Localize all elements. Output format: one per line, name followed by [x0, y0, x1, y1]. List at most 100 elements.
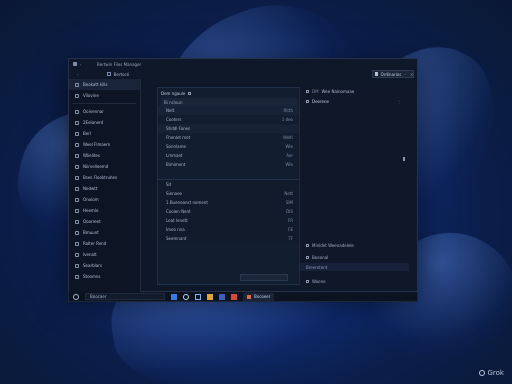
sidebar-item[interactable]: Niirvelleemd — [69, 161, 140, 172]
view-icon — [375, 72, 378, 76]
sidebar-item-desktop[interactable]: Vilovine — [69, 90, 140, 101]
folder-icon — [75, 109, 79, 114]
start-button[interactable] — [73, 293, 79, 300]
property-row[interactable]: Sienaee Nett — [158, 189, 301, 198]
file-explorer-window: ‹ Bertwin Files Manager ‹ Bertocé Ordina… — [68, 58, 418, 293]
property-row[interactable]: 1 Bueneanst noment SIM — [158, 198, 301, 207]
network-icon — [75, 186, 79, 191]
details-header: Dem ngaule — [158, 88, 301, 98]
details-subheader: Bi ncloun — [161, 98, 297, 106]
taskbar: Boocaer Bocoeer — [68, 292, 418, 302]
options-icon[interactable]: ⋮ — [397, 99, 401, 104]
preview-row[interactable]: Deerene ⋮ — [300, 96, 409, 106]
browser-icon[interactable] — [183, 293, 189, 300]
sidebar-item[interactable]: Ivenalt — [69, 249, 140, 260]
apply-button[interactable] — [240, 274, 288, 281]
details-title: Dem ngaule — [161, 90, 186, 96]
section-title: Sit — [158, 179, 301, 189]
property-row[interactable]: Stiddl Fanes — [158, 124, 301, 133]
property-row[interactable]: Lmmaet Aer — [158, 151, 301, 160]
property-row[interactable]: Nelt Ritth — [158, 106, 301, 115]
sidebar-divider — [73, 103, 136, 104]
sidebar-item[interactable]: Nedwtt — [69, 183, 140, 194]
view-selector[interactable]: Ordinarios – × — [372, 70, 414, 78]
task-view-icon[interactable] — [171, 293, 177, 300]
home-icon — [75, 82, 79, 87]
view-selector-label: Ordinarios — [380, 71, 402, 77]
sidebar-item[interactable]: Rolter Rend — [69, 238, 140, 249]
preview-panel: DM Wee Nainomaae Deerene ⋮ Minldnt Weena… — [299, 87, 409, 285]
property-row[interactable]: Cooters 1 deo — [158, 115, 301, 124]
sidebar-item[interactable]: Onoiom — [69, 194, 140, 205]
drive-icon — [75, 252, 79, 257]
sidebar-item[interactable]: Searblars — [69, 260, 140, 271]
item-icon — [306, 255, 309, 259]
list-item[interactable]: Boeanal — [300, 251, 409, 263]
sidebar-item[interactable]: Heemle — [69, 205, 140, 216]
property-row[interactable]: lmeo nna FE — [158, 225, 301, 234]
taskbar-app-button[interactable]: Bocoeer — [243, 292, 275, 301]
drive-icon — [75, 263, 79, 268]
expand-icon[interactable] — [188, 91, 192, 95]
details-panel: Dem ngaule Bi ncloun Nelt Ritth Cooters 1 … — [157, 87, 302, 285]
window-title: Bertwin Files Manager — [97, 61, 142, 67]
pictures-icon — [75, 142, 79, 147]
file-icon — [306, 90, 309, 93]
app-icon[interactable] — [231, 293, 237, 300]
sidebar-item[interactable]: Wlielites — [69, 150, 140, 161]
sidebar-item[interactable]: Ooinennar — [69, 106, 140, 117]
sidebar-item[interactable]: Ooorreet — [69, 216, 140, 227]
preview-header: DM Wee Nainomaae — [300, 87, 409, 96]
property-row[interactable]: Bimiment Wle — [158, 160, 301, 169]
folder-icon — [75, 175, 79, 180]
sidebar-item[interactable]: Bses Flooktruhes — [69, 172, 140, 183]
checkbox-icon[interactable] — [306, 99, 309, 103]
sidebar-item[interactable]: Berl — [69, 128, 140, 139]
folder-icon — [106, 72, 111, 76]
drive-icon — [75, 230, 79, 235]
close-icon[interactable]: × — [410, 72, 413, 77]
drive-icon — [75, 219, 79, 224]
app-icon — [73, 62, 77, 66]
preview-footer: Breemtent — [300, 263, 409, 271]
item-icon — [306, 279, 309, 283]
property-row[interactable]: Seemnant TF — [158, 234, 301, 243]
sidebar: Beokatt kills Vilovine Ooinennar 2Eelane… — [69, 79, 141, 293]
minimize-icon[interactable]: – — [404, 72, 407, 77]
folder-icon — [75, 131, 79, 136]
property-row[interactable]: Leat lenett FR — [158, 216, 301, 225]
back-arrow-icon[interactable]: ‹ — [80, 62, 85, 67]
sidebar-item[interactable]: Bmuunt — [69, 227, 140, 238]
desktop-icon — [75, 93, 79, 98]
details-section-2: Sit Sienaee Nett 1 Bueneanst noment SIM Co… — [158, 179, 301, 243]
music-icon — [75, 153, 79, 158]
folder-icon — [75, 120, 79, 125]
drive-icon — [75, 241, 79, 246]
sidebar-item[interactable]: Stoomns — [69, 271, 140, 282]
drive-icon — [75, 208, 79, 213]
property-row[interactable]: Fhenlet met Welti — [158, 133, 301, 142]
sidebar-item[interactable]: Weel Flmaem — [69, 139, 140, 150]
sidebar-item-home[interactable]: Beokatt kills — [69, 79, 140, 90]
address-bar: ‹ Bertocé Ordinarios – × — [69, 69, 417, 79]
store-icon[interactable] — [219, 293, 225, 300]
nav-back-icon[interactable]: ‹ — [77, 72, 79, 77]
file-explorer-icon[interactable] — [207, 293, 213, 300]
title-bar: ‹ Bertwin Files Manager — [69, 59, 417, 69]
item-icon — [306, 243, 309, 247]
grok-logo-icon — [478, 370, 485, 376]
video-icon — [75, 164, 79, 169]
taskbar-search[interactable]: Boocaer — [85, 293, 165, 300]
list-item[interactable]: Woone — [300, 275, 409, 287]
drive-icon — [75, 274, 79, 279]
sidebar-item[interactable]: 2Eelanerd — [69, 117, 140, 128]
scrollbar-thumb[interactable] — [403, 157, 405, 161]
drive-icon — [75, 197, 79, 202]
list-item[interactable]: Minldnt Weenadelele — [300, 239, 409, 251]
breadcrumb[interactable]: Bertocé — [114, 72, 130, 77]
mail-icon[interactable] — [195, 293, 201, 300]
property-row[interactable]: Sonnlame Wle — [158, 142, 301, 151]
property-row[interactable]: Coolen Nent DIS — [158, 207, 301, 216]
watermark: Grok — [478, 369, 504, 377]
app-icon — [247, 294, 251, 299]
